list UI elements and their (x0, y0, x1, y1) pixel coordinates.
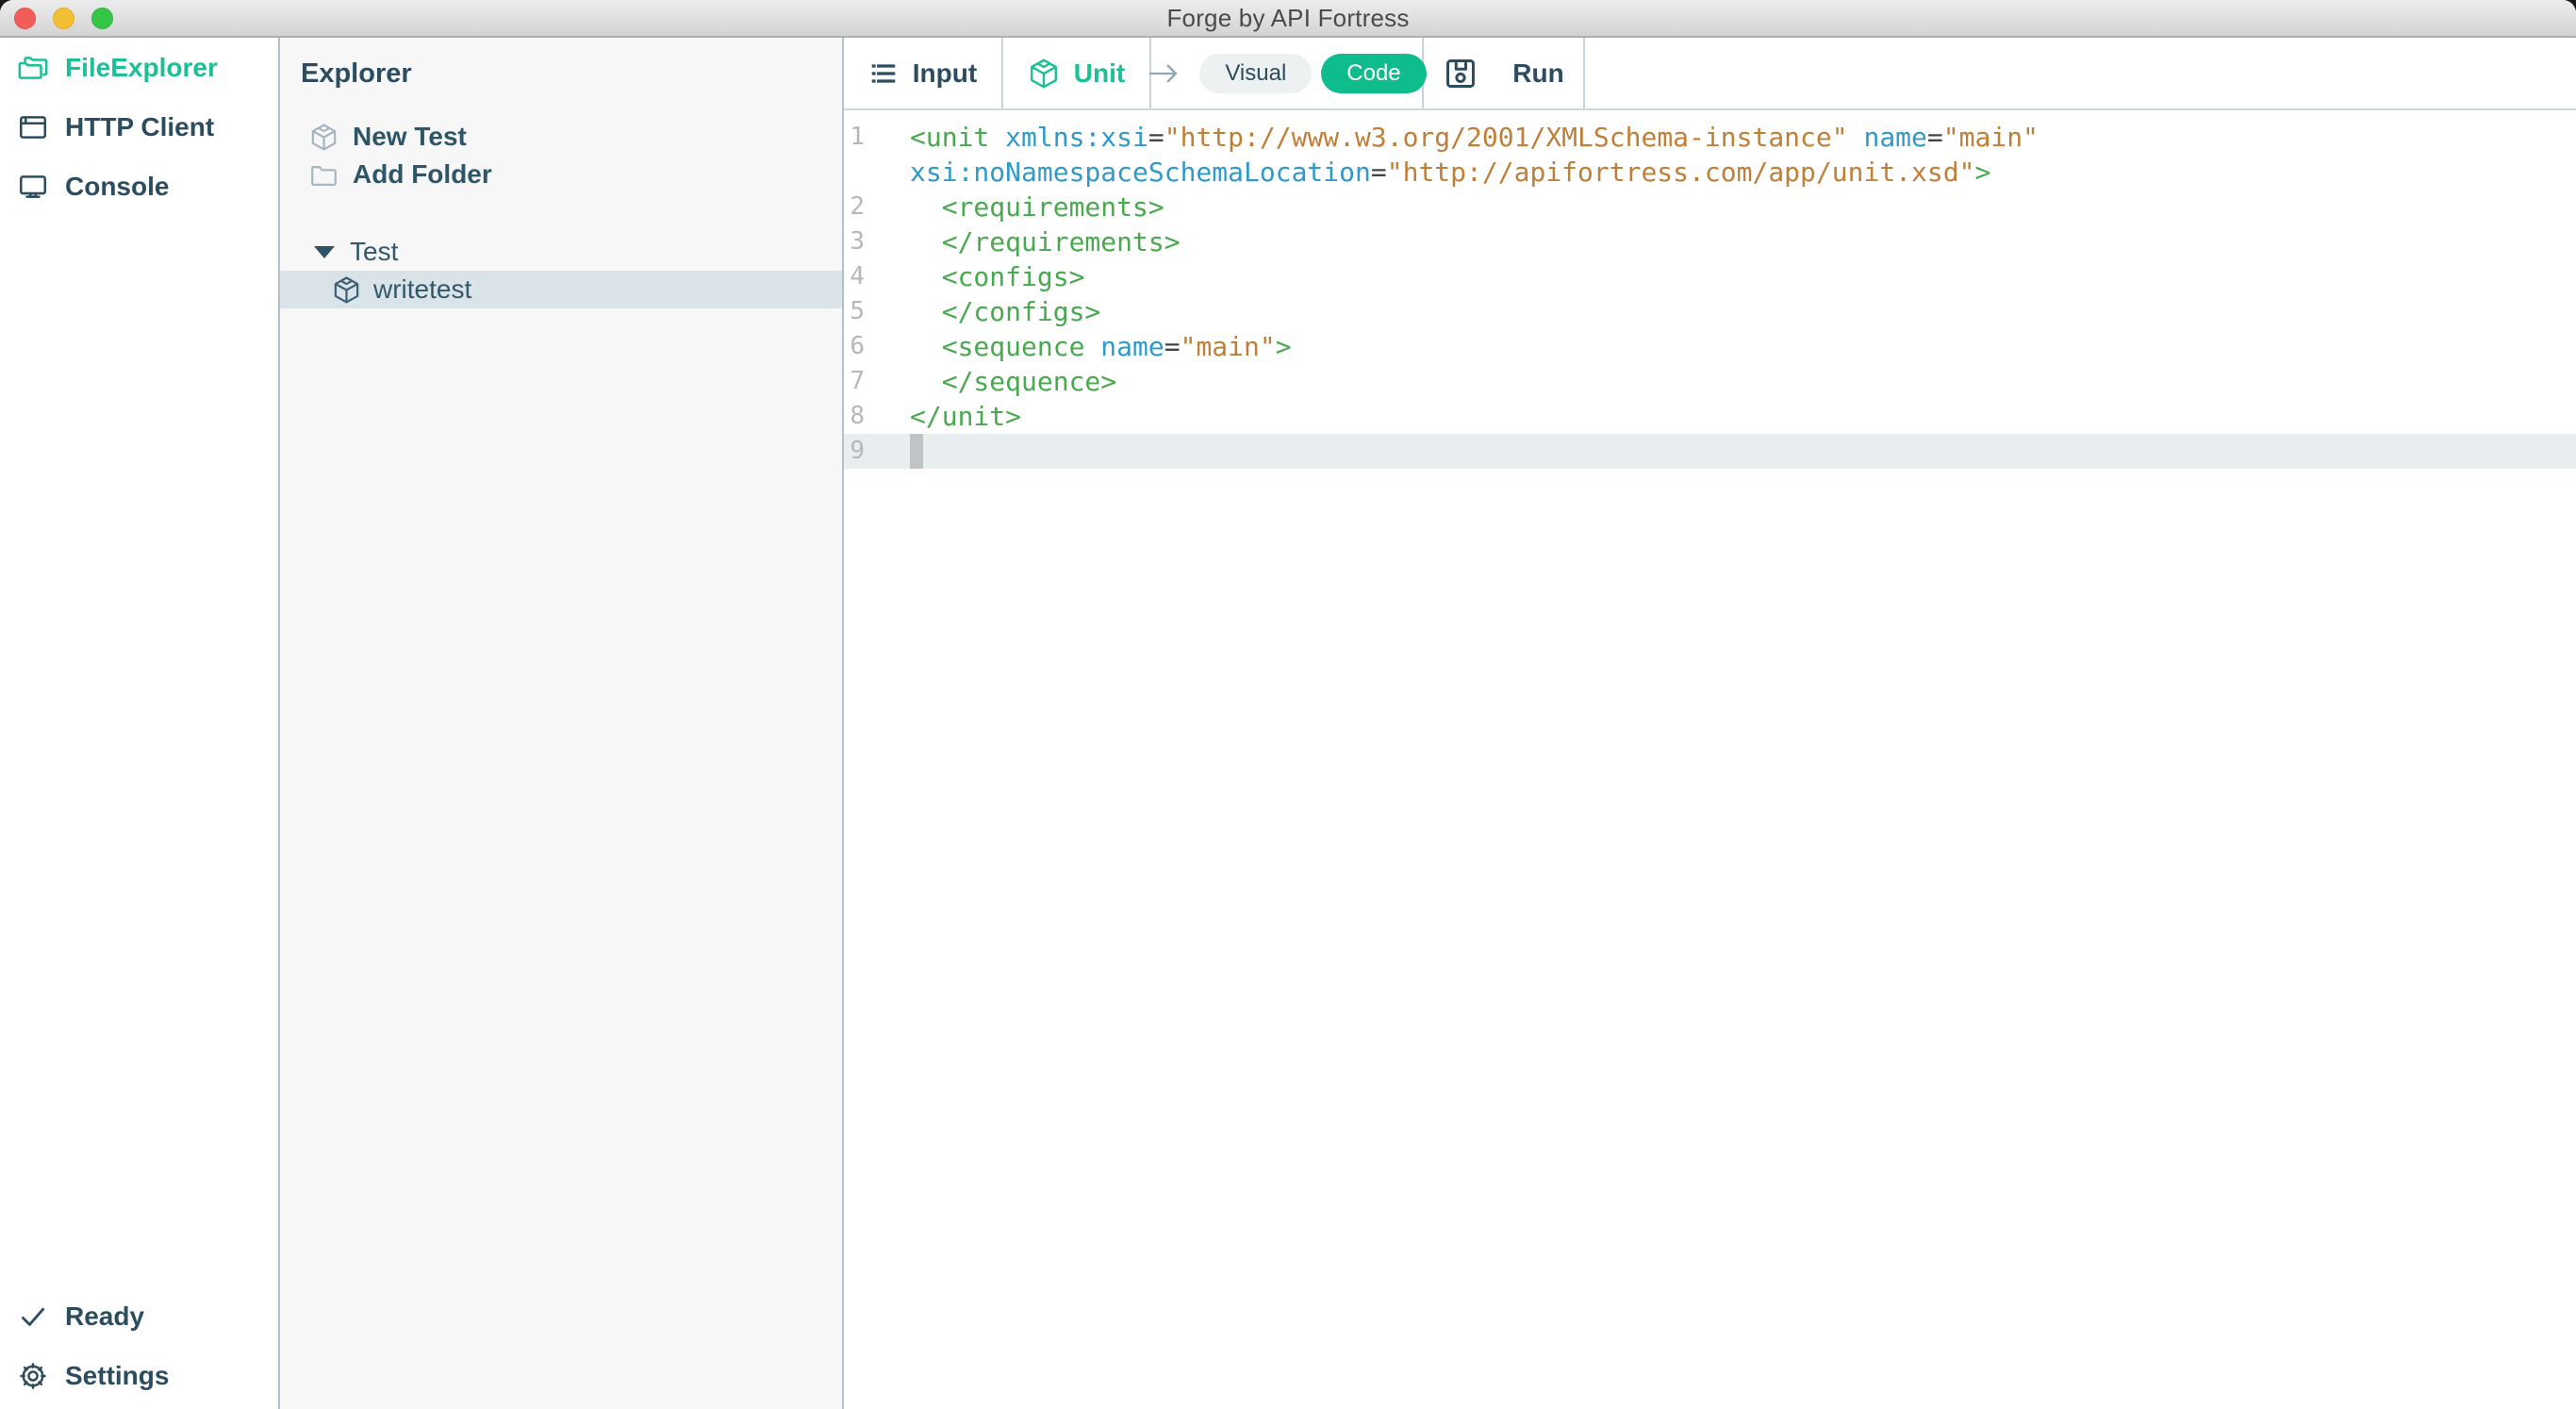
line-number: 9 (844, 434, 910, 469)
code-line[interactable]: 7 </sequence> (844, 364, 2576, 399)
editor-column: Input Unit (844, 38, 2576, 1409)
chevron-down-icon (314, 246, 335, 258)
code-line-text: <requirements> (910, 190, 1164, 224)
tree-item-label: writetest (373, 274, 471, 305)
tab-input[interactable]: Input (844, 38, 1003, 108)
editor-toolbar: Input Unit (844, 38, 2576, 110)
code-editor[interactable]: 1<unit xmlns:xsi="http://www.w3.org/2001… (844, 110, 2576, 1409)
run-section: Run (1424, 38, 1585, 108)
title-bar: Forge by API Fortress (0, 0, 2576, 38)
code-line-text: <sequence name="main"> (910, 329, 1292, 364)
code-line-active[interactable]: 9 (844, 434, 2576, 469)
code-line[interactable]: 6 <sequence name="main"> (844, 329, 2576, 364)
code-line-text: xsi:noNamespaceSchemaLocation="http://ap… (910, 155, 1990, 190)
tab-unit[interactable]: Unit (1003, 38, 1151, 108)
explorer-tree: Test writetest (280, 233, 842, 308)
code-line[interactable]: 5 </configs> (844, 294, 2576, 329)
code-line[interactable]: 4 <configs> (844, 259, 2576, 294)
line-number (844, 155, 910, 190)
explorer-title: Explorer (280, 58, 842, 90)
sidebar-item-label: FileExplorer (65, 53, 218, 83)
check-icon (17, 1301, 49, 1333)
status-label: Ready (65, 1301, 144, 1332)
unit-cube-icon (309, 123, 339, 152)
tab-label: Unit (1074, 58, 1125, 89)
line-number: 5 (844, 294, 910, 329)
code-line[interactable]: 2 <requirements> (844, 190, 2576, 224)
folders-icon (17, 52, 49, 84)
list-icon (868, 58, 899, 89)
sidebar-item-http-client[interactable]: HTTP Client (0, 97, 278, 157)
action-label: Add Folder (353, 159, 492, 190)
arrow-right-icon (1147, 61, 1181, 86)
save-icon[interactable] (1443, 56, 1478, 91)
line-number: 4 (844, 259, 910, 294)
gear-icon (17, 1360, 49, 1392)
text-cursor (910, 434, 923, 469)
action-label: New Test (353, 122, 467, 152)
code-line[interactable]: xsi:noNamespaceSchemaLocation="http://ap… (844, 155, 2576, 190)
line-number: 2 (844, 190, 910, 224)
toolbar-empty-space (1585, 38, 2576, 108)
main-layout: FileExplorer HTTP Client (0, 38, 2576, 1409)
app-window: Forge by API Fortress FileExplorer (0, 0, 2576, 1409)
code-line[interactable]: 3 </requirements> (844, 224, 2576, 259)
tree-folder-test[interactable]: Test (280, 233, 842, 271)
browser-icon (17, 111, 49, 143)
sidebar-spacer (0, 216, 278, 1286)
explorer-panel: Explorer New Test Add Folder (280, 38, 844, 1409)
sidebar-footer: Ready Settings (0, 1286, 278, 1409)
tab-label: Input (913, 58, 977, 89)
code-line-text: </configs> (910, 294, 1100, 329)
view-toggle-section: Visual Code (1151, 38, 1424, 108)
visual-toggle-button[interactable]: Visual (1199, 54, 1312, 93)
monitor-icon (17, 171, 49, 203)
sidebar: FileExplorer HTTP Client (0, 38, 280, 1409)
line-number: 3 (844, 224, 910, 259)
window-title: Forge by API Fortress (0, 4, 2576, 33)
code-line[interactable]: 1<unit xmlns:xsi="http://www.w3.org/2001… (844, 120, 2576, 155)
sidebar-item-label: Settings (65, 1361, 169, 1391)
sidebar-item-settings[interactable]: Settings (0, 1346, 278, 1405)
code-toggle-button[interactable]: Code (1321, 54, 1426, 93)
status-ready: Ready (0, 1286, 278, 1346)
code-line[interactable]: 8</unit> (844, 399, 2576, 434)
tree-folder-label: Test (350, 237, 398, 267)
code-line-text (910, 434, 923, 469)
code-line-text: </unit> (910, 399, 1021, 434)
run-button[interactable]: Run (1512, 58, 1563, 89)
code-line-text: <configs> (910, 259, 1084, 294)
unit-cube-icon (332, 275, 361, 305)
unit-cube-icon (1028, 58, 1060, 90)
sidebar-item-label: HTTP Client (65, 112, 214, 142)
line-number: 8 (844, 399, 910, 434)
new-test-button[interactable]: New Test (280, 118, 842, 156)
line-number: 1 (844, 120, 910, 155)
sidebar-item-label: Console (65, 172, 169, 202)
tree-item-writetest[interactable]: writetest (280, 271, 842, 308)
sidebar-item-console[interactable]: Console (0, 157, 278, 216)
code-line-text: </requirements> (910, 224, 1181, 259)
code-line-text: </sequence> (910, 364, 1116, 399)
line-number: 6 (844, 329, 910, 364)
add-folder-button[interactable]: Add Folder (280, 156, 842, 193)
sidebar-item-file-explorer[interactable]: FileExplorer (0, 38, 278, 97)
line-number: 7 (844, 364, 910, 399)
folder-icon (309, 160, 339, 190)
code-line-text: <unit xmlns:xsi="http://www.w3.org/2001/… (910, 120, 2039, 155)
